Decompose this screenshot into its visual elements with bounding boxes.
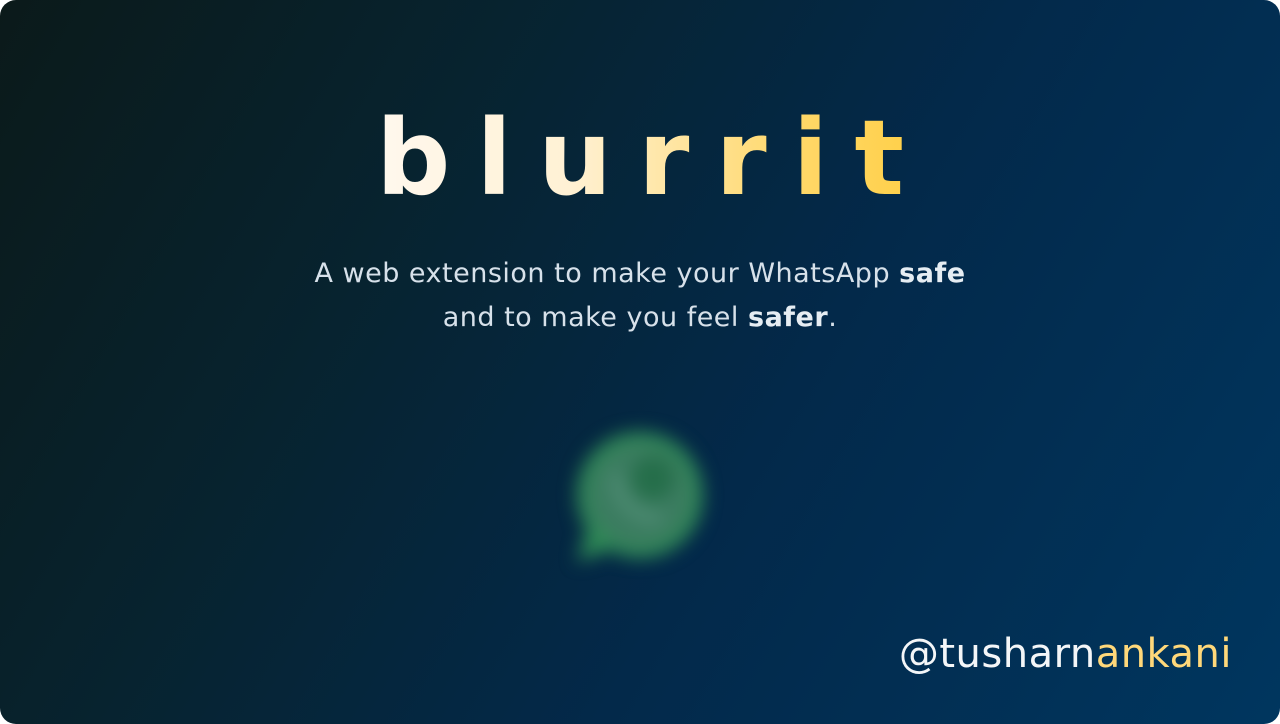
author-handle: @tusharnankani xyxy=(899,628,1232,680)
brand-name: blurrit xyxy=(375,97,931,219)
handle-accent: ankani xyxy=(1095,631,1232,677)
tagline-line-2-text: and to make you feel xyxy=(442,302,749,333)
tagline-line-1-text: A web extension to make your WhatsApp xyxy=(314,258,900,289)
tagline-line-1-emphasis: safe xyxy=(899,258,966,289)
brand-title: blurrit xyxy=(0,106,1280,210)
whatsapp-phone xyxy=(631,456,675,500)
whatsapp-logo-svg xyxy=(577,432,703,562)
whatsapp-logo-icon xyxy=(565,420,715,575)
tagline-line-2-suffix: . xyxy=(828,302,838,333)
handle-prefix: @tusharn xyxy=(898,631,1096,677)
tagline-line-2-emphasis: safer xyxy=(748,302,829,333)
hero-card: blurrit A web extension to make your Wha… xyxy=(0,0,1280,724)
tagline-line-2: and to make you feel safer. xyxy=(0,296,1280,340)
tagline-line-1: A web extension to make your WhatsApp sa… xyxy=(0,252,1280,296)
tagline: A web extension to make your WhatsApp sa… xyxy=(0,252,1280,340)
